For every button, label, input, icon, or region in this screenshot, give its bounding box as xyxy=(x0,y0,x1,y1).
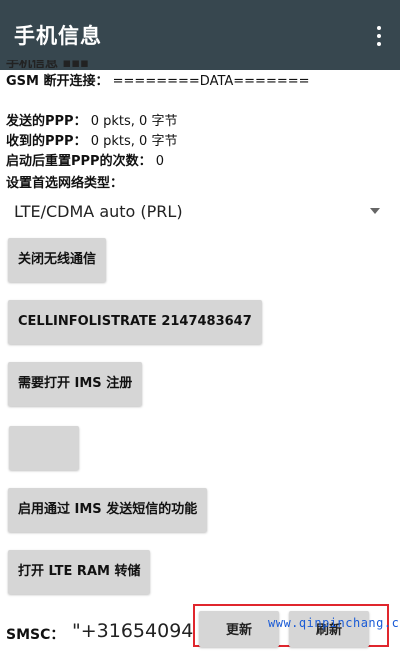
preferred-network-select[interactable]: LTE/CDMA auto (PRL) xyxy=(6,198,390,226)
preferred-network-label-row: 设置首选网络类型： xyxy=(6,176,123,192)
sent-ppp-label: 发送的PPP： xyxy=(6,114,87,129)
ppp-reset-label: 启动后重置PPP的次数： xyxy=(6,154,152,169)
gsm-disconnect-value: ========DATA======= xyxy=(112,74,310,89)
sent-ppp-row: 发送的PPP： 0 pkts, 0 字节 xyxy=(6,114,177,130)
cellinfo-rate-button[interactable]: CELLINFOLISTRATE 2147483647 xyxy=(8,300,262,344)
smsc-value: "+31654094 xyxy=(72,620,194,642)
watermark: www.qinpinchang.com xyxy=(268,616,400,630)
ims-sms-button[interactable]: 启用通过 IMS 发送短信的功能 xyxy=(8,488,208,532)
ppp-reset-row: 启动后重置PPP的次数： 0 xyxy=(6,154,164,170)
received-ppp-label: 收到的PPP： xyxy=(6,134,87,149)
gsm-disconnect-label: GSM 断开连接： xyxy=(6,74,109,89)
preferred-network-label: 设置首选网络类型： xyxy=(6,176,124,191)
ims-register-button[interactable]: 需要打开 IMS 注册 xyxy=(8,362,143,406)
preferred-network-value: LTE/CDMA auto (PRL) xyxy=(14,202,183,221)
ppp-reset-value: 0 xyxy=(155,154,165,169)
blank-button[interactable] xyxy=(9,426,79,470)
more-options-icon[interactable] xyxy=(376,26,382,48)
app-title: 手机信息 xyxy=(14,24,102,48)
radio-off-button[interactable]: 关闭无线通信 xyxy=(8,238,107,282)
gsm-disconnect-row: GSM 断开连接： ========DATA======= xyxy=(6,74,310,90)
received-ppp-row: 收到的PPP： 0 pkts, 0 字节 xyxy=(6,134,177,150)
received-ppp-value: 0 pkts, 0 字节 xyxy=(90,134,178,149)
smsc-label: SMSC： xyxy=(6,627,65,643)
clipped-previous-row: 手机信息 ▪▪▪ xyxy=(6,60,89,68)
dropdown-arrow-icon xyxy=(370,208,380,214)
sent-ppp-value: 0 pkts, 0 字节 xyxy=(90,114,178,129)
lte-ram-dump-button[interactable]: 打开 LTE RAM 转储 xyxy=(8,550,151,594)
update-button[interactable]: 更新 xyxy=(199,611,279,647)
